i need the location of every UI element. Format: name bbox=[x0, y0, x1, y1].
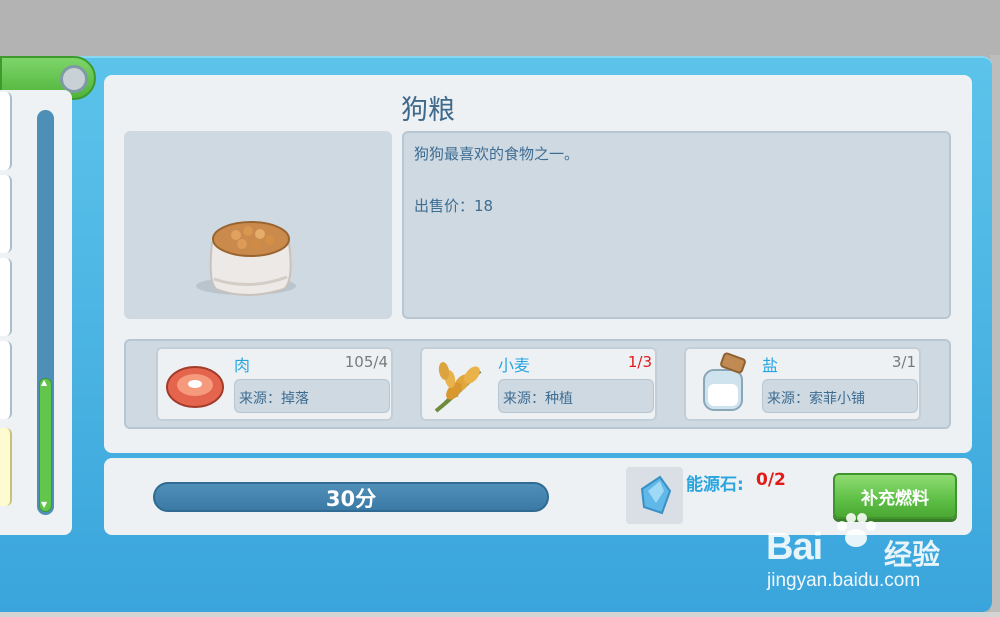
ingredient-source: 来源：掉落 bbox=[239, 391, 309, 407]
scroll-up-icon[interactable]: ▲ bbox=[41, 378, 47, 387]
ingredient-count: 3/1 bbox=[891, 353, 916, 371]
ingredient-source: 来源：种植 bbox=[503, 391, 573, 407]
tab-knob-icon[interactable] bbox=[60, 65, 88, 93]
recipe-slot[interactable] bbox=[0, 341, 12, 419]
item-image-box bbox=[124, 131, 392, 319]
ingredient-name: 肉 bbox=[234, 356, 251, 375]
recipe-slot[interactable] bbox=[0, 92, 12, 170]
energy-stone-count: 0/2 bbox=[756, 470, 786, 490]
cook-time-label: 30分 bbox=[325, 487, 377, 511]
scrollbar-thumb[interactable] bbox=[39, 378, 52, 512]
bottom-background bbox=[0, 612, 1000, 617]
item-description: 狗狗最喜欢的食物之一。 bbox=[414, 145, 580, 163]
recipe-slot-selected[interactable] bbox=[0, 428, 12, 506]
dog-food-bowl-icon bbox=[196, 221, 296, 296]
item-title: 狗粮 bbox=[401, 95, 455, 126]
ingredient-name: 盐 bbox=[762, 356, 779, 375]
item-price: 出售价：18 bbox=[414, 197, 494, 215]
watermark-url: jingyan.baidu.com bbox=[767, 570, 921, 591]
meat-icon bbox=[166, 366, 224, 408]
top-background bbox=[0, 0, 1000, 60]
energy-stone-label: 能源石: bbox=[686, 475, 744, 495]
wheat-icon bbox=[434, 362, 482, 413]
ingredient-count: 1/3 bbox=[627, 353, 652, 371]
watermark-logo: Bai bbox=[766, 526, 823, 568]
watermark-logo-cn: 经验 bbox=[884, 538, 941, 571]
baidu-paw-icon bbox=[837, 513, 876, 547]
salt-jar-icon bbox=[703, 352, 746, 411]
scroll-down-icon[interactable]: ▼ bbox=[41, 500, 47, 509]
recipe-slot[interactable] bbox=[0, 175, 12, 253]
energy-stone-icon bbox=[640, 475, 672, 515]
ingredient-count: 105/4 bbox=[344, 353, 388, 371]
ingredient-source: 来源：索菲小铺 bbox=[767, 391, 865, 407]
energy-stone-slot bbox=[626, 467, 683, 524]
ingredient-name: 小麦 bbox=[498, 356, 531, 375]
recipe-slot[interactable] bbox=[0, 258, 12, 336]
